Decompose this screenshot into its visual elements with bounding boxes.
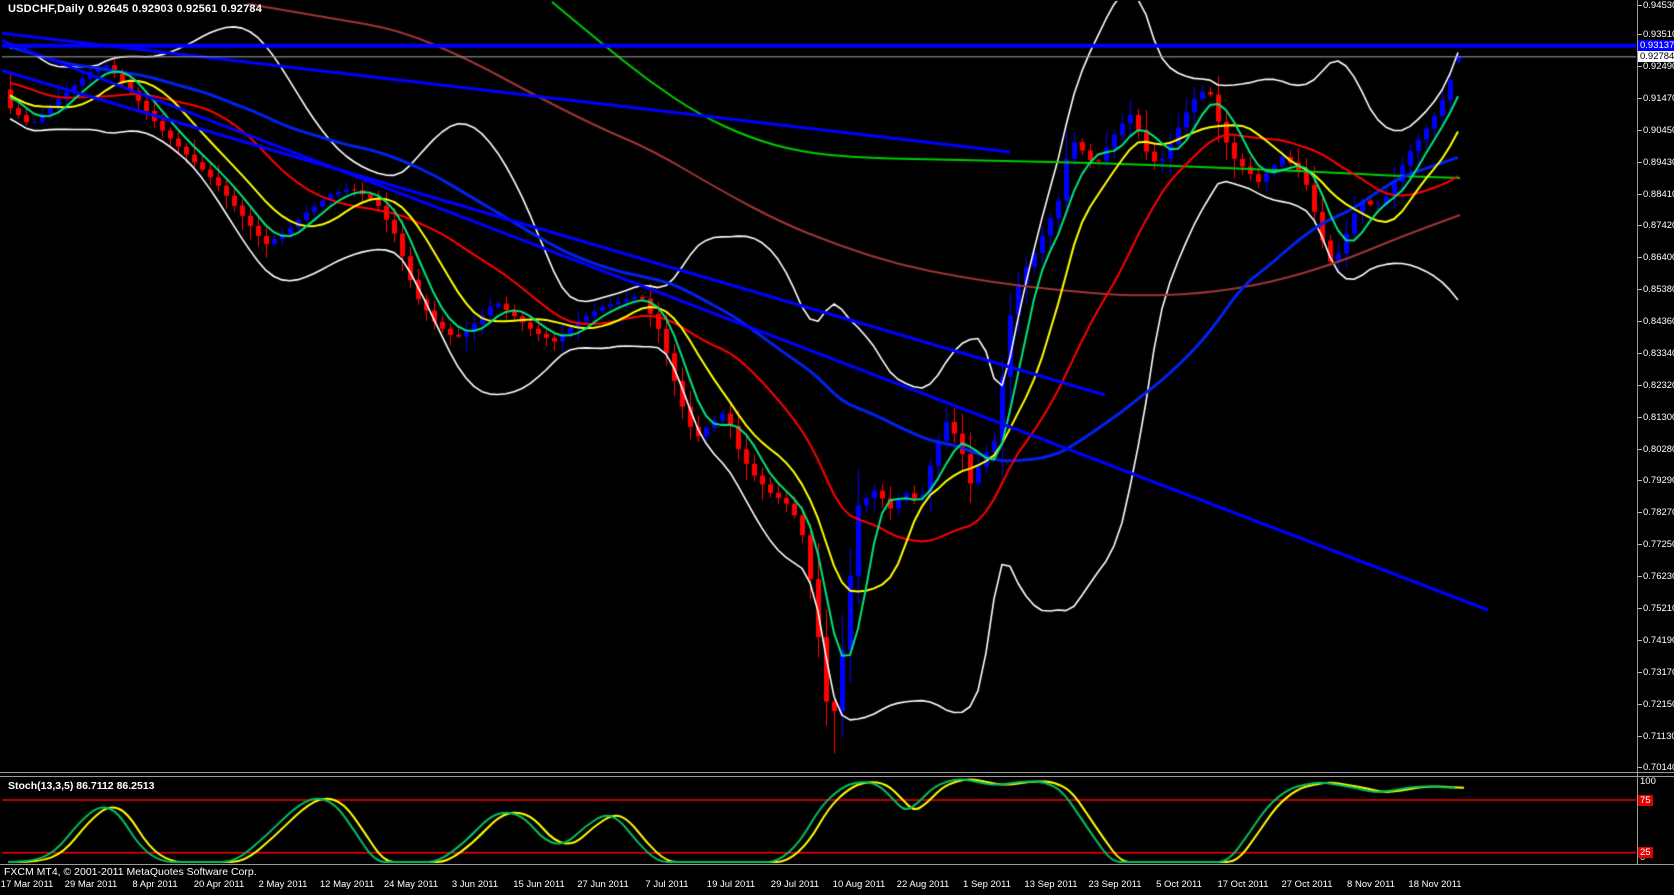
- date-tick-label: 27 Oct 2011: [1281, 879, 1332, 890]
- date-tick-label: 3 Jun 2011: [452, 879, 498, 890]
- date-tick-label: 12 May 2011: [320, 879, 374, 890]
- price-tick-label: 0.84360: [1643, 316, 1674, 327]
- date-tick-label: 15 Jun 2011: [513, 879, 565, 890]
- mt4-chart-window: USDCHF,Daily 0.92645 0.92903 0.92561 0.9…: [0, 0, 1674, 895]
- date-tick-label: 1 Sep 2011: [963, 879, 1011, 890]
- date-tick-label: 10 Aug 2011: [833, 879, 886, 890]
- date-tick-label: 5 Oct 2011: [1156, 879, 1202, 890]
- price-tick-label: 0.76230: [1643, 571, 1674, 582]
- price-tick-label: 0.74190: [1643, 635, 1674, 646]
- date-axis[interactable]: 17 Mar 2011 29 Mar 2011 8 Apr 2011 20 Apr 2…: [0, 879, 1674, 895]
- price-tick-label: 0.91470: [1643, 93, 1674, 104]
- date-tick-label: 2 May 2011: [259, 879, 308, 890]
- date-tick-label: 17 Mar 2011: [1, 879, 54, 890]
- price-tick-label: 0.73170: [1643, 667, 1674, 678]
- price-tick-label: 0.79290: [1643, 475, 1674, 486]
- stochastic-scale-label: 100: [1640, 776, 1656, 787]
- stochastic-canvas[interactable]: [0, 777, 1637, 865]
- price-tick-label: 0.81300: [1643, 412, 1674, 423]
- current-price-tag: 0.92784: [1638, 51, 1674, 62]
- date-tick-label: 22 Aug 2011: [897, 879, 950, 890]
- date-tick-label: 13 Sep 2011: [1024, 879, 1077, 890]
- price-chart-canvas[interactable]: [0, 0, 1637, 777]
- price-tick-label: 0.80280: [1643, 444, 1674, 455]
- price-tick-label: 0.82320: [1643, 380, 1674, 391]
- price-tick-label: 0.75210: [1643, 603, 1674, 614]
- stochastic-level-label: 75: [1638, 795, 1653, 806]
- date-tick-label: 7 Jul 2011: [645, 879, 688, 890]
- date-tick-label: 27 Jun 2011: [577, 879, 629, 890]
- price-tick-label: 0.94530: [1643, 0, 1674, 11]
- date-tick-label: 8 Apr 2011: [132, 879, 177, 890]
- price-tick-label: 0.78270: [1643, 507, 1674, 518]
- date-tick-label: 18 Nov 2011: [1408, 879, 1461, 890]
- date-tick-label: 20 Apr 2011: [194, 879, 245, 890]
- price-tick-label: 0.72150: [1643, 699, 1674, 710]
- date-tick-label: 29 Jul 2011: [771, 879, 819, 890]
- price-tick-label: 0.89430: [1643, 157, 1674, 168]
- date-tick-label: 8 Nov 2011: [1347, 879, 1395, 890]
- date-tick-label: 17 Oct 2011: [1217, 879, 1268, 890]
- panel-divider-top[interactable]: [0, 772, 1674, 773]
- chart-title-ohlc: USDCHF,Daily 0.92645 0.92903 0.92561 0.9…: [8, 3, 262, 15]
- price-tick-label: 0.83340: [1643, 348, 1674, 359]
- copyright-text: FXCM MT4, © 2001-2011 MetaQuotes Softwar…: [4, 866, 257, 878]
- date-tick-label: 23 Sep 2011: [1088, 879, 1141, 890]
- price-tick-label: 0.86400: [1643, 252, 1674, 263]
- price-tick-label: 0.77250: [1643, 539, 1674, 550]
- stochastic-level-label: 25: [1638, 847, 1653, 858]
- date-tick-label: 24 May 2011: [384, 879, 438, 890]
- date-tick-label: 29 Mar 2011: [65, 879, 118, 890]
- date-tick-label: 19 Jul 2011: [707, 879, 755, 890]
- panel-divider-bottom[interactable]: [0, 776, 1674, 777]
- price-tick-label: 0.88410: [1643, 189, 1674, 200]
- price-tick-label: 0.85380: [1643, 284, 1674, 295]
- price-tick-label: 0.93510: [1643, 29, 1674, 40]
- price-tick-label: 0.71130: [1643, 731, 1674, 742]
- price-tick-label: 0.87420: [1643, 220, 1674, 231]
- stochastic-indicator-label: Stoch(13,3,5) 86.7112 86.2513: [8, 780, 155, 792]
- price-tick-label: 0.90450: [1643, 125, 1674, 136]
- horizontal-line-price-tag: 0.93137: [1638, 40, 1674, 51]
- price-tick-label: 0.70140: [1643, 762, 1674, 773]
